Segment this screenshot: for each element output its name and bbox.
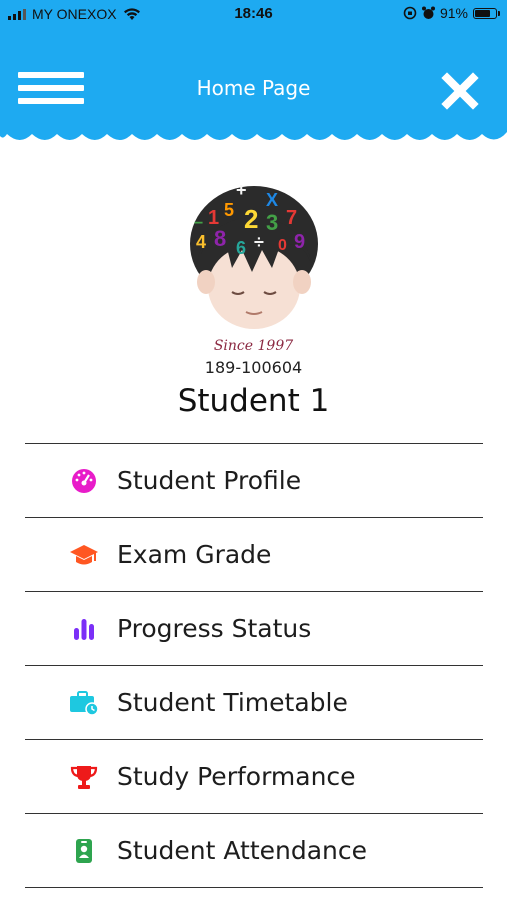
status-bar: MY ONEXOX 18:46 91% [0, 0, 507, 28]
battery-percent: 91% [439, 5, 468, 21]
menu-item-student-attendance[interactable]: Student Attendance [25, 814, 483, 888]
menu-item-label: Progress Status [117, 614, 312, 643]
svg-text:2: 2 [244, 204, 258, 234]
bar-chart-icon [74, 619, 94, 640]
menu-item-student-timetable[interactable]: Student Timetable [25, 666, 483, 740]
menu-item-study-performance[interactable]: Study Performance [25, 740, 483, 814]
graduation-cap-icon [70, 545, 98, 565]
app-header: Home Page [0, 28, 507, 130]
main-menu: Student Profile Exam Grade Progress Stat… [25, 443, 483, 888]
student-avatar: 1 5 2 + X 3 7 4 8 6 ÷ 0 9 − [190, 180, 318, 329]
battery-fill [475, 9, 490, 17]
svg-text:X: X [266, 190, 278, 210]
student-id: 189-100604 [204, 358, 303, 377]
svg-text:0: 0 [278, 237, 287, 254]
svg-text:+: + [236, 180, 247, 200]
status-right: 91% [403, 5, 500, 21]
briefcase-clock-icon [70, 691, 99, 716]
menu-item-progress-status[interactable]: Progress Status [25, 592, 483, 666]
close-icon[interactable] [441, 72, 479, 110]
dashboard-gauge-icon [72, 469, 96, 493]
svg-text:5: 5 [224, 200, 234, 220]
menu-item-student-profile[interactable]: Student Profile [25, 444, 483, 518]
menu-item-label: Student Attendance [117, 836, 368, 865]
menu-item-exam-grade[interactable]: Exam Grade [25, 518, 483, 592]
student-name: Student 1 [177, 383, 330, 419]
since-label: Since 1997 [213, 338, 294, 354]
battery-icon [473, 7, 500, 19]
menu-item-label: Student Timetable [117, 688, 348, 717]
svg-text:8: 8 [214, 226, 226, 251]
svg-text:÷: ÷ [254, 232, 264, 252]
svg-text:−: − [194, 215, 203, 232]
svg-text:4: 4 [196, 232, 206, 252]
svg-text:3: 3 [266, 210, 278, 235]
menu-item-label: Study Performance [117, 762, 356, 791]
menu-item-label: Exam Grade [117, 540, 272, 569]
page-title: Home Page [196, 76, 311, 100]
svg-text:6: 6 [236, 238, 246, 258]
header-wave-edge [0, 126, 507, 140]
orientation-lock-icon [403, 6, 417, 20]
menu-item-label: Student Profile [117, 466, 302, 495]
svg-text:9: 9 [294, 231, 305, 253]
alarm-icon [421, 6, 435, 19]
trophy-icon [70, 766, 98, 789]
svg-text:7: 7 [286, 207, 297, 229]
id-badge-icon [76, 839, 92, 863]
